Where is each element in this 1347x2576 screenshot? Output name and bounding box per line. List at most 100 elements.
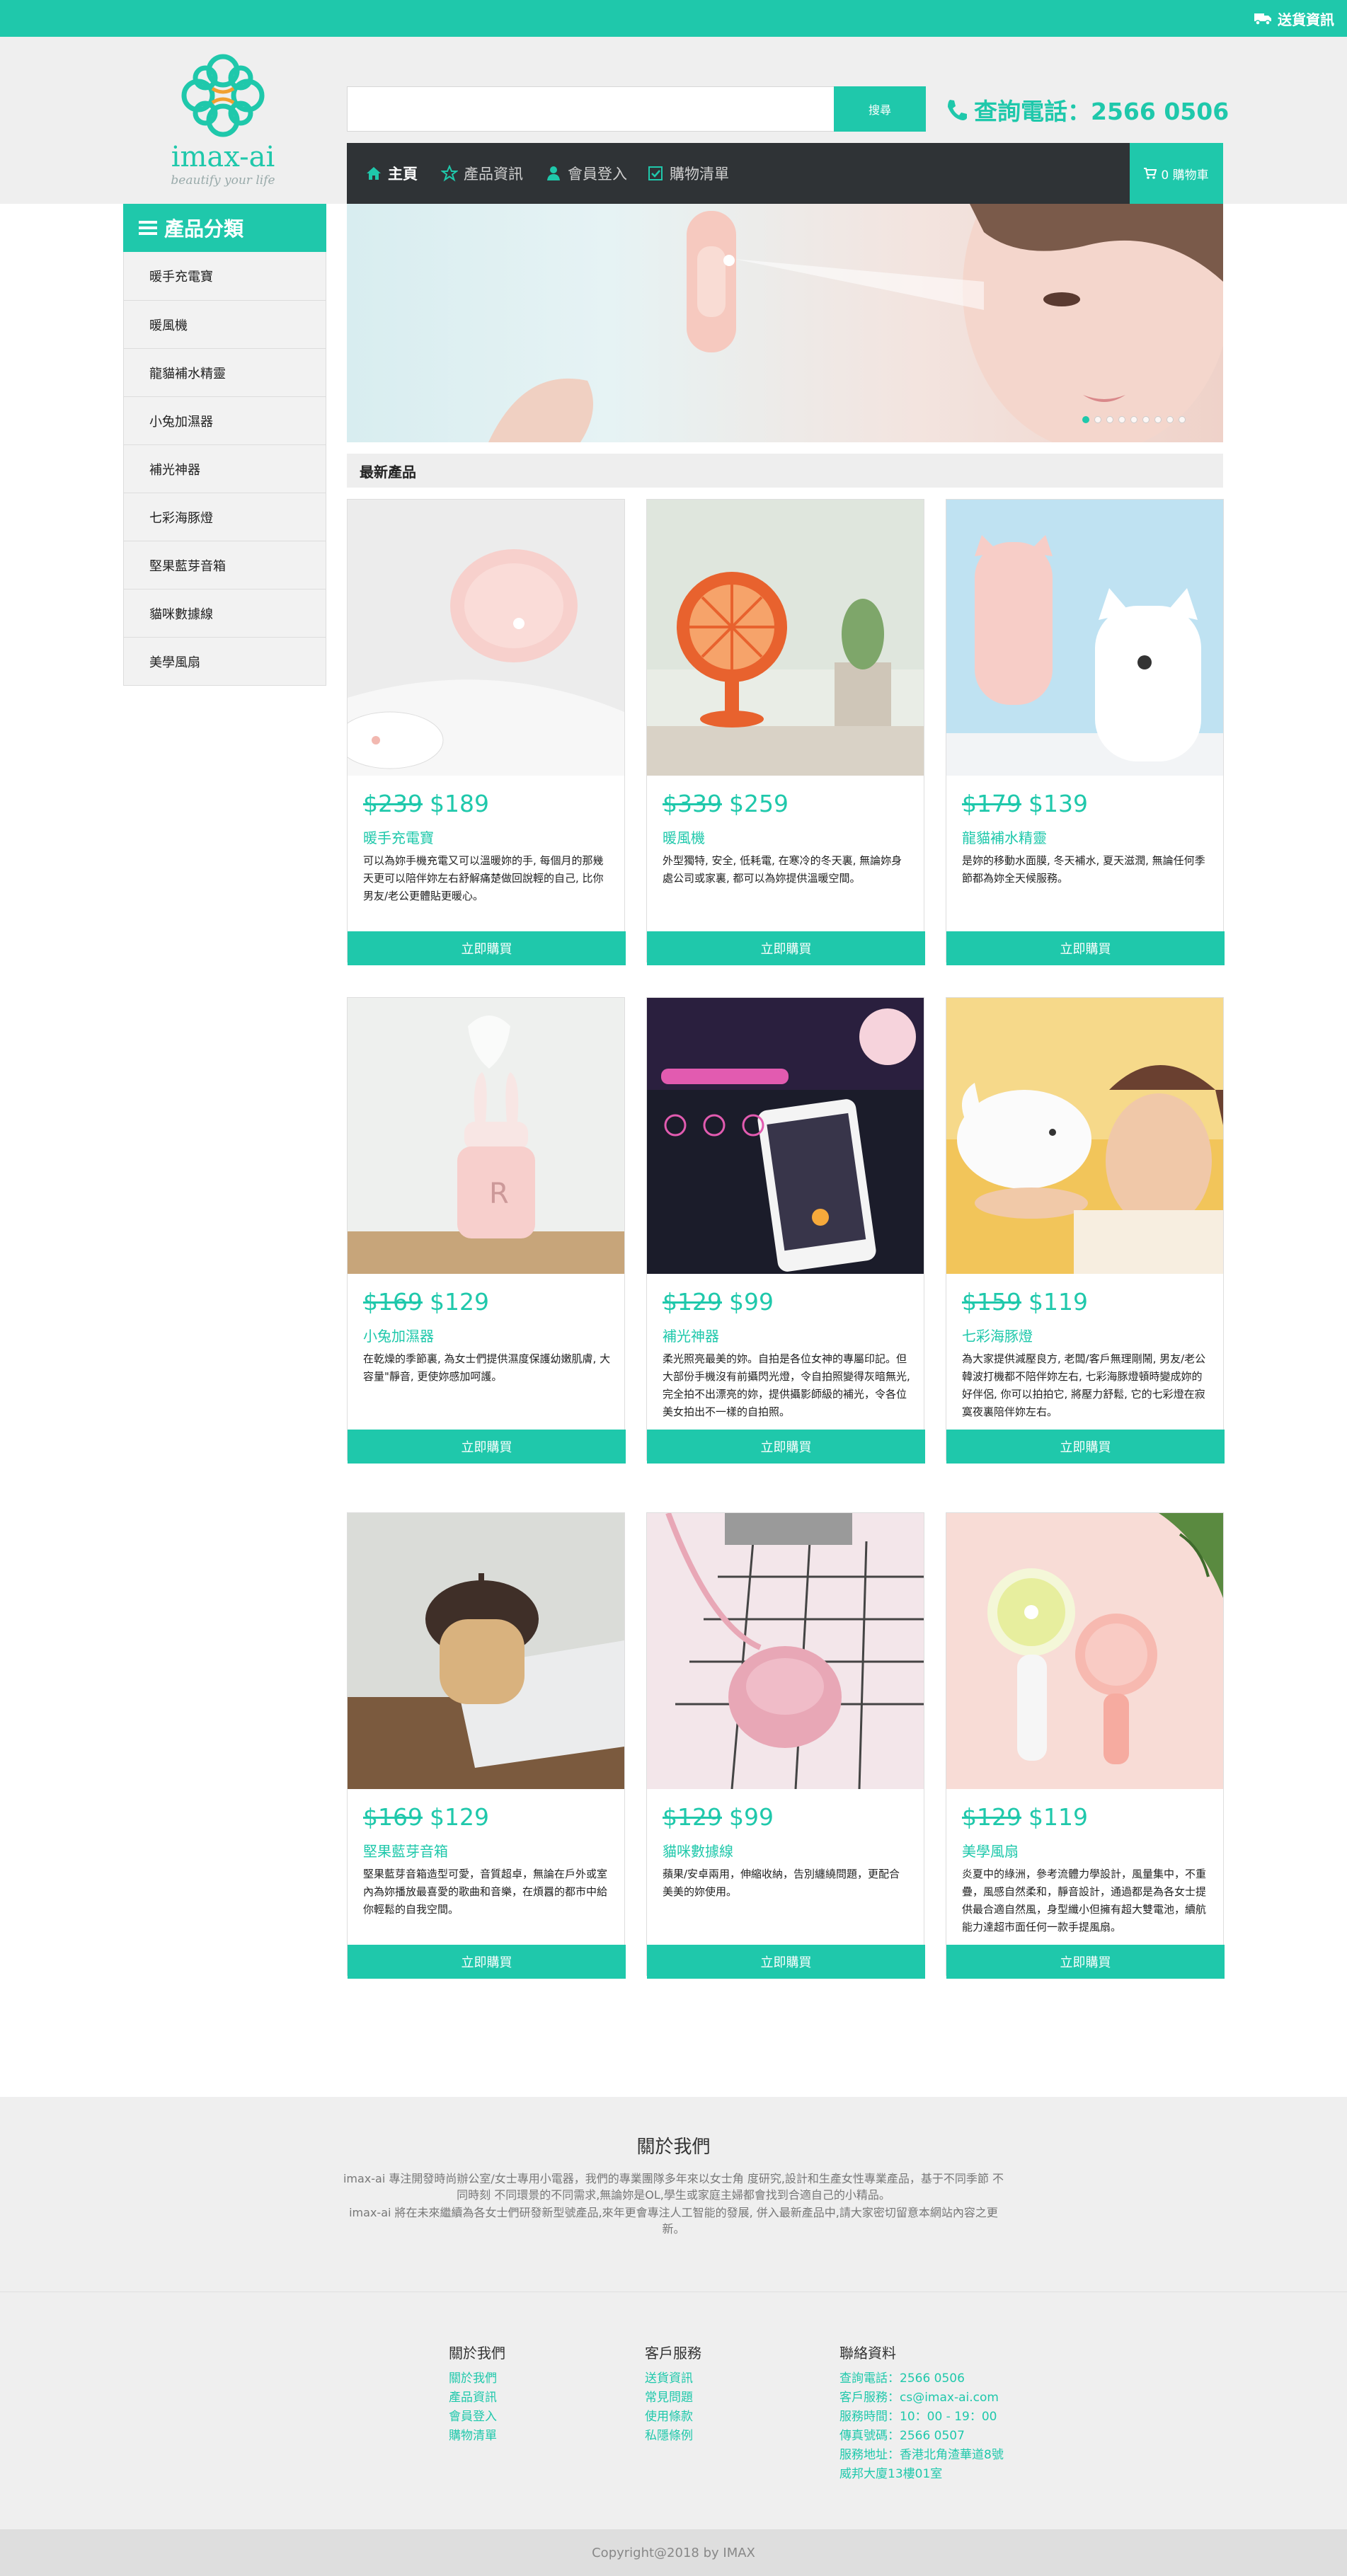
buy-now-button[interactable]: 立即購買 — [946, 931, 1225, 965]
footer-link[interactable]: 購物清單 — [449, 2427, 505, 2446]
product-description: 蘋果/安卓兩用，伸縮收納，告別纏繞問題，更配合美美的妳使用。 — [663, 1868, 900, 1898]
footer-link[interactable]: 送貨資訊 — [645, 2369, 701, 2388]
category-item[interactable]: 龍貓補水精靈 — [124, 348, 326, 396]
product-description: 為大家提供減壓良方, 老闆/客戶無理剛鬧, 男友/老公韓波打機都不陪伴妳左右, … — [962, 1352, 1206, 1418]
original-price: $129 — [962, 1803, 1021, 1831]
buy-now-button[interactable]: 立即購買 — [946, 1430, 1225, 1464]
banner-dot[interactable] — [1167, 416, 1174, 423]
product-price: $339 $259 — [663, 790, 789, 817]
phone-icon — [948, 100, 967, 120]
product-image[interactable]: R — [348, 998, 624, 1274]
footer-link[interactable]: 會員登入 — [449, 2408, 505, 2427]
user-icon — [547, 166, 560, 180]
banner-dot[interactable] — [1130, 416, 1137, 423]
product-description: 炎夏中的綠洲，參考流體力學設計，風量集中，不重疊，風感自然柔和，靜音設計，通過都… — [962, 1868, 1207, 1933]
phone-contact: 查詢電話：2566 0506 — [946, 94, 1229, 125]
footer-link[interactable]: 關於我們 — [449, 2369, 505, 2388]
category-sidebar: 產品分類 暖手充電寶 暖風機 龍貓補水精靈 小兔加濕器 補光神器 七彩海豚燈 堅… — [123, 204, 326, 686]
contact-line: 客戶服務：cs@imax-ai.com — [839, 2391, 999, 2405]
footer-column-title: 客戶服務 — [645, 2345, 701, 2362]
nav-item-shopping-list[interactable]: 購物清單 — [647, 143, 729, 204]
banner-dot[interactable] — [1118, 416, 1125, 423]
original-price: $129 — [663, 1803, 722, 1831]
product-name[interactable]: 補光神器 — [663, 1325, 719, 1345]
sale-price: $129 — [429, 1288, 489, 1316]
product-card: $159 $119 七彩海豚燈 為大家提供減壓良方, 老闆/客戶無理剛鬧, 男友/… — [946, 997, 1225, 1464]
original-price: $169 — [363, 1288, 423, 1316]
search-button[interactable]: 搜尋 — [834, 86, 926, 132]
nav-item-products[interactable]: 產品資訊 — [441, 143, 523, 204]
product-name[interactable]: 七彩海豚燈 — [962, 1325, 1033, 1345]
product-image[interactable] — [348, 1513, 624, 1789]
category-item[interactable]: 七彩海豚燈 — [124, 493, 326, 541]
banner-dot[interactable] — [1094, 416, 1101, 423]
contact-line: 傳真號碼：2566 0507 — [839, 2429, 965, 2443]
product-image[interactable] — [946, 500, 1223, 776]
footer-link[interactable]: 產品資訊 — [449, 2388, 505, 2408]
product-card: $239 $189 暖手充電寶 可以為妳手機充電又可以溫暖妳的手, 每個月的那幾天… — [347, 499, 626, 965]
buy-now-button[interactable]: 立即購買 — [348, 1945, 626, 1979]
footer-service-column: 客戶服務 送貨資訊 常見問題 使用條款 私隱條例 — [645, 2342, 701, 2446]
buy-now-button[interactable]: 立即購買 — [348, 1430, 626, 1464]
contact-line: 威邦大廈13樓01室 — [839, 2467, 943, 2481]
product-image[interactable] — [647, 1513, 924, 1789]
buy-now-button[interactable]: 立即購買 — [946, 1945, 1225, 1979]
category-item[interactable]: 補光神器 — [124, 444, 326, 493]
checkbox-icon — [648, 166, 663, 180]
product-name[interactable]: 龍貓補水精靈 — [962, 827, 1047, 847]
site-logo[interactable]: imax-ai beautify your life — [159, 50, 287, 191]
truck-icon — [1254, 13, 1271, 25]
buy-now-button[interactable]: 立即購買 — [647, 1430, 925, 1464]
nav-item-login[interactable]: 會員登入 — [545, 143, 627, 204]
nav-item-home[interactable]: 主頁 — [365, 143, 418, 204]
shipping-info-label: 送貨資訊 — [1278, 11, 1334, 28]
nav-label: 會員登入 — [568, 166, 627, 183]
product-image[interactable] — [348, 500, 624, 776]
shipping-info-link[interactable]: 送貨資訊 — [1254, 10, 1334, 28]
product-image[interactable] — [946, 998, 1223, 1274]
product-name[interactable]: 貓咪數據線 — [663, 1840, 733, 1861]
footer-link[interactable]: 私隱條例 — [645, 2427, 701, 2446]
product-card: $129 $119 美學風扇 炎夏中的綠洲，參考流體力學設計，風量集中，不重疊，風… — [946, 1512, 1225, 1979]
buy-now-button[interactable]: 立即購買 — [647, 931, 925, 965]
category-item[interactable]: 堅果藍芽音箱 — [124, 541, 326, 589]
product-card: $179 $139 龍貓補水精靈 是妳的移動水面膜, 冬天補水, 夏天滋潤, 無論… — [946, 499, 1225, 965]
product-image[interactable] — [946, 1513, 1223, 1789]
banner-dot[interactable] — [1106, 416, 1113, 423]
sale-price: $119 — [1028, 1288, 1088, 1316]
product-price: $129 $99 — [663, 1288, 774, 1316]
buy-now-button[interactable]: 立即購買 — [348, 931, 626, 965]
product-image[interactable] — [647, 998, 924, 1274]
product-name[interactable]: 美學風扇 — [962, 1840, 1019, 1861]
product-name[interactable]: 小兔加濕器 — [363, 1325, 434, 1345]
footer-link[interactable]: 使用條款 — [645, 2408, 701, 2427]
buy-now-button[interactable]: 立即購買 — [647, 1945, 925, 1979]
footer-link[interactable]: 常見問題 — [645, 2388, 701, 2408]
about-paragraph: imax-ai 專注開發時尚辦公室/女士專用小電器，我們的專業團隊多年來以女士角… — [343, 2172, 1004, 2202]
banner-dot[interactable] — [1154, 416, 1162, 423]
sale-price: $189 — [429, 790, 489, 817]
about-paragraph: imax-ai 將在未來繼續為各女士們研發新型號產品,來年更會專注人工智能的發展… — [349, 2206, 998, 2236]
logo-tagline: beautify your life — [171, 173, 275, 188]
product-price: $129 $99 — [663, 1803, 774, 1831]
star-icon — [441, 165, 458, 182]
hero-banner[interactable] — [347, 204, 1223, 442]
product-name[interactable]: 堅果藍芽音箱 — [363, 1840, 448, 1861]
product-image[interactable] — [647, 500, 924, 776]
search-input[interactable] — [347, 86, 835, 132]
category-item[interactable]: 貓咪數據線 — [124, 589, 326, 637]
sale-price: $99 — [728, 1288, 774, 1316]
cart-button[interactable]: 0 購物車 — [1130, 143, 1223, 204]
category-item[interactable]: 暖風機 — [124, 300, 326, 348]
sale-price: $99 — [728, 1803, 774, 1831]
banner-dot[interactable] — [1179, 416, 1186, 423]
banner-dot[interactable] — [1082, 416, 1089, 423]
contact-line: 服務地址：香港北角渣華道8號 — [839, 2448, 1004, 2462]
banner-dot[interactable] — [1142, 416, 1150, 423]
category-item[interactable]: 暖手充電寶 — [124, 252, 326, 300]
category-item[interactable]: 美學風扇 — [124, 637, 326, 685]
original-price: $239 — [363, 790, 423, 817]
category-item[interactable]: 小兔加濕器 — [124, 396, 326, 444]
product-name[interactable]: 暖手充電寶 — [363, 827, 434, 847]
product-name[interactable]: 暖風機 — [663, 827, 705, 847]
